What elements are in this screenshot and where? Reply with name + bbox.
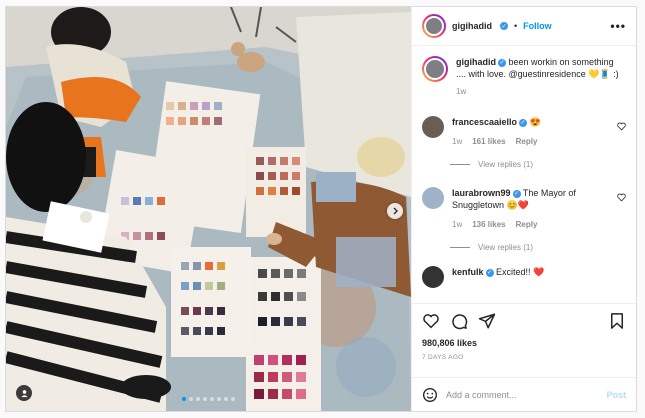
- comment-item: francescaaiello ✓ 😍 1w 161 likes Reply: [422, 116, 626, 148]
- paper-plane-icon[interactable]: [478, 312, 496, 330]
- post-dialog: gigihadid ✓ • Follow ••• gigihadid ✓ been…: [5, 6, 637, 412]
- comment-username[interactable]: francescaaiello: [452, 117, 517, 127]
- post-header: gigihadid ✓ • Follow •••: [412, 7, 636, 46]
- carousel-dot: [203, 397, 207, 401]
- post-comment-button[interactable]: Post: [606, 390, 626, 400]
- photo-illustration: [6, 7, 411, 411]
- carousel-dot: [189, 397, 193, 401]
- smiley-icon[interactable]: [422, 387, 438, 403]
- verified-badge-icon: ✓: [498, 58, 506, 67]
- view-replies-label: View replies (1): [478, 243, 533, 252]
- comment-age: 1w: [452, 137, 463, 146]
- more-options-icon[interactable]: •••: [610, 19, 626, 33]
- caption-age: 1w: [456, 87, 467, 96]
- reply-button[interactable]: Reply: [516, 219, 538, 231]
- comment-likes[interactable]: 161 likes: [472, 136, 505, 148]
- add-comment-input[interactable]: Add a comment...: [446, 390, 598, 400]
- carousel-dot: [217, 397, 221, 401]
- replies-line: [450, 164, 470, 165]
- next-photo-button[interactable]: [387, 203, 403, 219]
- separator-dot: •: [514, 21, 518, 31]
- carousel-dot: [196, 397, 200, 401]
- post-sidebar: gigihadid ✓ • Follow ••• gigihadid ✓ been…: [411, 7, 636, 411]
- caption-avatar[interactable]: [424, 58, 446, 80]
- verified-badge-icon: ✓: [512, 189, 521, 198]
- view-replies-button[interactable]: View replies (1): [450, 160, 626, 169]
- comment-avatar[interactable]: [422, 187, 444, 209]
- comments-list[interactable]: gigihadid ✓ been workin on something ....…: [412, 46, 636, 303]
- comment-age: 1w: [452, 220, 463, 229]
- post-caption: gigihadid ✓ been workin on something ....…: [422, 56, 626, 98]
- follow-button[interactable]: Follow: [523, 21, 552, 31]
- bookmark-icon[interactable]: [608, 312, 626, 330]
- comment-likes[interactable]: 136 likes: [472, 219, 505, 231]
- reply-button[interactable]: Reply: [516, 136, 538, 148]
- heart-icon[interactable]: [617, 122, 626, 131]
- comment-username[interactable]: laurabrown99: [452, 188, 511, 198]
- author-username[interactable]: gigihadid: [452, 21, 492, 31]
- comment-item: laurabrown99 ✓ The Mayor of Snuggletown 😊…: [422, 187, 626, 231]
- view-replies-button[interactable]: View replies (1): [450, 243, 626, 252]
- comment-avatar[interactable]: [422, 116, 444, 138]
- caption-body: gigihadid ✓ been workin on something ....…: [456, 56, 626, 98]
- comment-item: kenfulk ✓ Excited!! ❤️: [422, 266, 626, 288]
- replies-line: [450, 247, 470, 248]
- author-avatar[interactable]: [424, 16, 444, 36]
- add-comment-bar: Add a comment... Post: [412, 377, 636, 411]
- comment-avatar[interactable]: [422, 266, 444, 288]
- comment-text: 😍: [529, 117, 541, 127]
- carousel-dot: [210, 397, 214, 401]
- caption-username[interactable]: gigihadid: [456, 57, 496, 67]
- chevron-right-icon: [393, 207, 398, 215]
- carousel-indicator: [6, 397, 411, 401]
- comment-username[interactable]: kenfulk: [452, 267, 484, 277]
- post-actions: 980,806 likes 7 DAYS AGO: [412, 303, 636, 377]
- post-date: 7 DAYS AGO: [422, 354, 464, 361]
- comment-text: Excited!! ❤️: [496, 267, 545, 277]
- verified-badge-icon: ✓: [500, 22, 508, 30]
- carousel-dot: [231, 397, 235, 401]
- heart-icon[interactable]: [617, 193, 626, 202]
- carousel-dot: [224, 397, 228, 401]
- heart-icon[interactable]: [422, 312, 440, 330]
- carousel-dot: [182, 397, 186, 401]
- view-replies-label: View replies (1): [478, 160, 533, 169]
- post-photo[interactable]: [6, 7, 411, 411]
- caption-avatar-ring[interactable]: [422, 56, 448, 82]
- verified-badge-icon: ✓: [485, 268, 494, 277]
- verified-badge-icon: ✓: [519, 118, 528, 127]
- like-count[interactable]: 980,806 likes: [422, 338, 626, 348]
- comment-icon[interactable]: [450, 312, 468, 330]
- author-avatar-ring[interactable]: [422, 14, 446, 38]
